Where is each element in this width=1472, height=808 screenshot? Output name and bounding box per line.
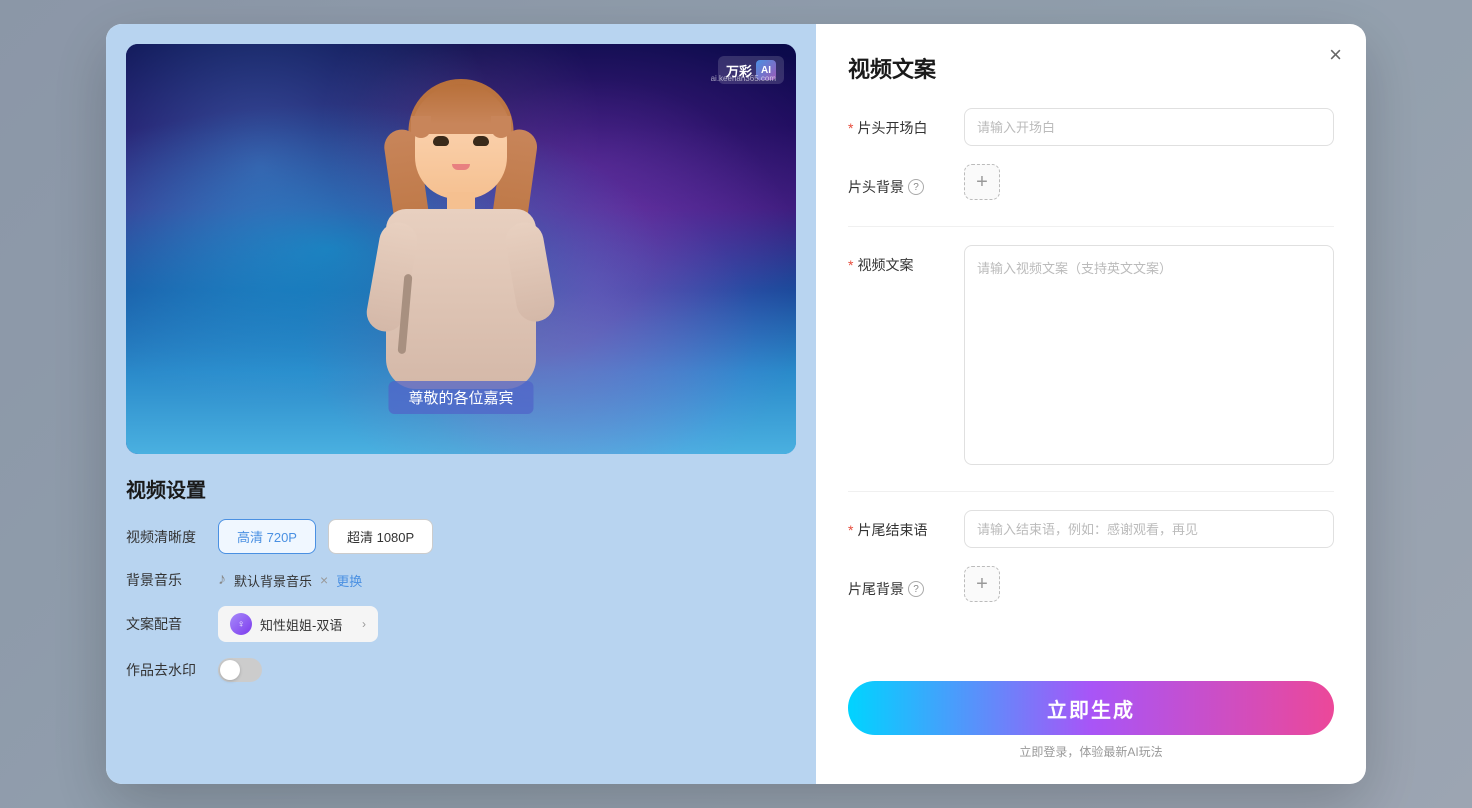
right-panel-title: 视频文案: [848, 52, 1334, 84]
modal-overlay: 万彩 AI ai.keehan365.com 尊敬的各位嘉宾 视频设置 视频清晰…: [0, 0, 1472, 808]
quality-720p-button[interactable]: 高清 720P: [218, 519, 316, 554]
music-label: 背景音乐: [126, 570, 206, 590]
header-opening-label: * 片头开场白: [848, 108, 948, 138]
video-copy-label: * 视频文案: [848, 245, 948, 275]
header-bg-add-button[interactable]: +: [964, 164, 1000, 200]
watermark-setting-row: 作品去水印: [126, 658, 796, 682]
footer-ending-input[interactable]: [964, 510, 1334, 548]
music-note-icon: ♪: [218, 571, 226, 589]
settings-title: 视频设置: [126, 474, 796, 503]
left-panel: 万彩 AI ai.keehan365.com 尊敬的各位嘉宾 视频设置 视频清晰…: [106, 24, 816, 784]
char-mouth: [452, 164, 470, 170]
music-remove-button[interactable]: ×: [320, 572, 328, 588]
voice-avatar: ♀: [230, 613, 252, 635]
watermark: 万彩 AI ai.keehan365.com: [718, 56, 784, 84]
modal-container: 万彩 AI ai.keehan365.com 尊敬的各位嘉宾 视频设置 视频清晰…: [106, 24, 1366, 784]
voice-name: 知性姐姐-双语: [260, 615, 342, 634]
char-bang-left: [411, 116, 431, 138]
quality-setting-row: 视频清晰度 高清 720P 超清 1080P: [126, 519, 796, 554]
char-eye-right: [473, 136, 489, 146]
required-star-3: *: [848, 522, 853, 538]
footer-ending-label: * 片尾结束语: [848, 510, 948, 540]
divider-1: [848, 226, 1334, 227]
required-star-1: *: [848, 120, 853, 136]
header-bg-label: 片头背景 ?: [848, 167, 948, 197]
required-star-2: *: [848, 257, 853, 273]
watermark-label: 作品去水印: [126, 660, 206, 680]
video-subtitle: 尊敬的各位嘉宾: [388, 381, 533, 414]
right-panel: × 视频文案 * 片头开场白 片头背景 ? +: [816, 24, 1366, 784]
footer-bg-row: 片尾背景 ? +: [848, 566, 1334, 602]
quality-1080p-button[interactable]: 超清 1080P: [328, 519, 433, 554]
header-opening-row: * 片头开场白: [848, 108, 1334, 146]
music-control: ♪ 默认背景音乐 × 更换: [218, 571, 362, 590]
music-name: 默认背景音乐: [234, 571, 312, 590]
login-hint: 立即登录，体验最新AI玩法: [848, 743, 1334, 760]
toggle-thumb: [220, 660, 240, 680]
voice-selector[interactable]: ♀ 知性姐姐-双语 ›: [218, 606, 378, 642]
header-bg-row: 片头背景 ? +: [848, 164, 1334, 200]
generate-button[interactable]: 立即生成: [848, 681, 1334, 735]
music-setting-row: 背景音乐 ♪ 默认背景音乐 × 更换: [126, 570, 796, 590]
footer-bg-help-icon[interactable]: ?: [908, 581, 924, 597]
header-bg-help-icon[interactable]: ?: [908, 179, 924, 195]
footer-bg-label: 片尾背景 ?: [848, 569, 948, 599]
spacer: [848, 620, 1334, 673]
char-eye-left: [433, 136, 449, 146]
video-copy-row: * 视频文案: [848, 245, 1334, 465]
divider-2: [848, 491, 1334, 492]
video-preview: 万彩 AI ai.keehan365.com 尊敬的各位嘉宾: [126, 44, 796, 454]
close-button[interactable]: ×: [1329, 44, 1342, 66]
video-preview-inner: 万彩 AI ai.keehan365.com 尊敬的各位嘉宾: [126, 44, 796, 454]
voice-label: 文案配音: [126, 614, 206, 634]
quality-label: 视频清晰度: [126, 527, 206, 547]
voice-setting-row: 文案配音 ♀ 知性姐姐-双语 ›: [126, 606, 796, 642]
footer-ending-row: * 片尾结束语: [848, 510, 1334, 548]
voice-arrow-icon: ›: [362, 617, 366, 631]
video-settings-section: 视频设置 视频清晰度 高清 720P 超清 1080P 背景音乐 ♪ 默认背景音…: [126, 474, 796, 764]
watermark-url: ai.keehan365.com: [711, 74, 776, 83]
char-bang-right: [491, 116, 511, 138]
footer-bg-add-button[interactable]: +: [964, 566, 1000, 602]
header-opening-input[interactable]: [964, 108, 1334, 146]
video-copy-textarea[interactable]: [964, 245, 1334, 465]
watermark-toggle[interactable]: [218, 658, 262, 682]
music-change-button[interactable]: 更换: [336, 571, 362, 590]
